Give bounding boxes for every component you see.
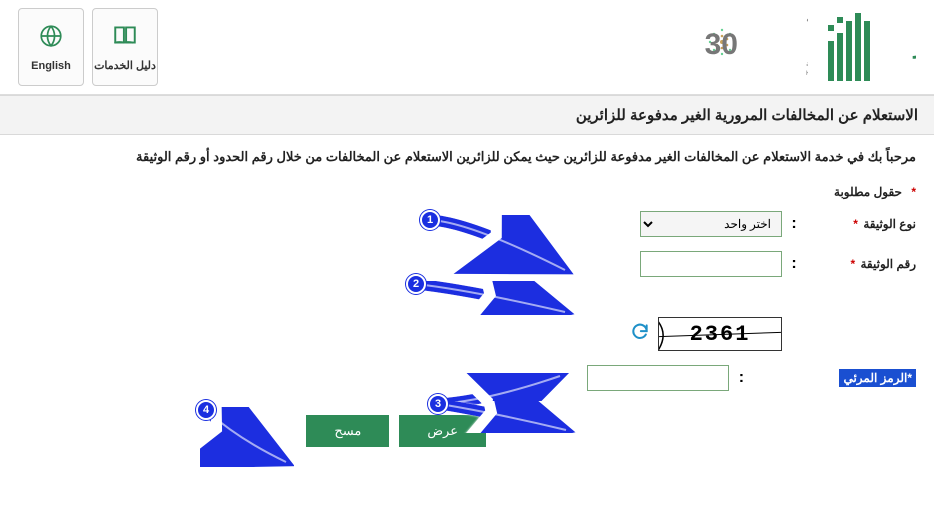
- services-guide-label: دليل الخدمات: [94, 59, 156, 72]
- visual-code-label-wrap: *الرمز المرئي: [839, 369, 916, 387]
- doc-number-row: رقم الوثيقة * :: [18, 251, 916, 277]
- svg-text:رؤيـــة: رؤيـــة: [806, 11, 808, 25]
- button-row: عرض مسح: [18, 415, 486, 447]
- colon: :: [782, 255, 806, 273]
- required-fields-note: * حقول مطلوبة: [0, 179, 934, 205]
- svg-text:VISION: VISION: [688, 13, 690, 25]
- form: نوع الوثيقة * : اختر واحد رقم الوثيقة * …: [0, 205, 934, 453]
- captcha-refresh-button[interactable]: [630, 322, 650, 347]
- clear-button[interactable]: مسح: [306, 415, 389, 447]
- visual-code-input[interactable]: [587, 365, 729, 391]
- colon: :: [729, 369, 753, 387]
- svg-text:30: 30: [705, 28, 738, 61]
- captcha-text: 2361: [690, 322, 751, 347]
- annotation-badge-1: 1: [420, 210, 440, 230]
- doc-number-input[interactable]: [640, 251, 782, 277]
- doc-type-select[interactable]: اختر واحد: [640, 211, 782, 237]
- absher-logo: أبشر: [828, 11, 916, 81]
- svg-text:KINGDOM OF SAUDI ARABIA: KINGDOM OF SAUDI ARABIA: [806, 71, 808, 77]
- annotation-badge-3: 3: [428, 394, 448, 414]
- header: أبشر رؤيـــة VISION 2 30 المملكة العربية…: [0, 0, 934, 95]
- submit-button[interactable]: عرض: [399, 415, 486, 447]
- globe-icon: [38, 23, 64, 54]
- required-star: *: [853, 217, 858, 231]
- book-icon: [112, 22, 138, 53]
- doc-type-row: نوع الوثيقة * : اختر واحد: [18, 211, 916, 237]
- vision-2030-logo: رؤيـــة VISION 2 30 المملكة العربية السع…: [688, 8, 808, 83]
- captcha-image: 2361: [658, 317, 782, 351]
- visual-code-row: *الرمز المرئي :: [18, 365, 916, 391]
- refresh-icon: [630, 322, 650, 342]
- absher-text: أبشر: [912, 30, 916, 59]
- header-logos: أبشر رؤيـــة VISION 2 30 المملكة العربية…: [688, 8, 916, 83]
- doc-type-label: نوع الوثيقة: [863, 217, 916, 231]
- annotation-badge-4: 4: [196, 400, 216, 420]
- header-buttons: دليل الخدمات English: [18, 8, 158, 86]
- required-star: *: [850, 257, 855, 271]
- english-label: English: [31, 60, 71, 72]
- intro-text: مرحباً بك في خدمة الاستعلام عن المخالفات…: [0, 135, 934, 179]
- doc-type-label-wrap: نوع الوثيقة *: [806, 217, 916, 231]
- page-title: الاستعلام عن المخالفات المرورية الغير مد…: [0, 95, 934, 135]
- required-fields-label: حقول مطلوبة: [834, 185, 902, 199]
- services-guide-button[interactable]: دليل الخدمات: [92, 8, 158, 86]
- colon: :: [782, 215, 806, 233]
- svg-text:المملكة العربية السعودية: المملكة العربية السعودية: [806, 60, 808, 68]
- visual-code-label: الرمز المرئي: [843, 371, 907, 385]
- required-star: *: [911, 185, 916, 199]
- doc-number-label-wrap: رقم الوثيقة *: [806, 257, 916, 271]
- captcha-row: 2361: [18, 317, 916, 351]
- doc-number-label: رقم الوثيقة: [860, 257, 916, 271]
- required-star: *: [907, 371, 912, 385]
- english-button[interactable]: English: [18, 8, 84, 86]
- annotation-badge-2: 2: [406, 274, 426, 294]
